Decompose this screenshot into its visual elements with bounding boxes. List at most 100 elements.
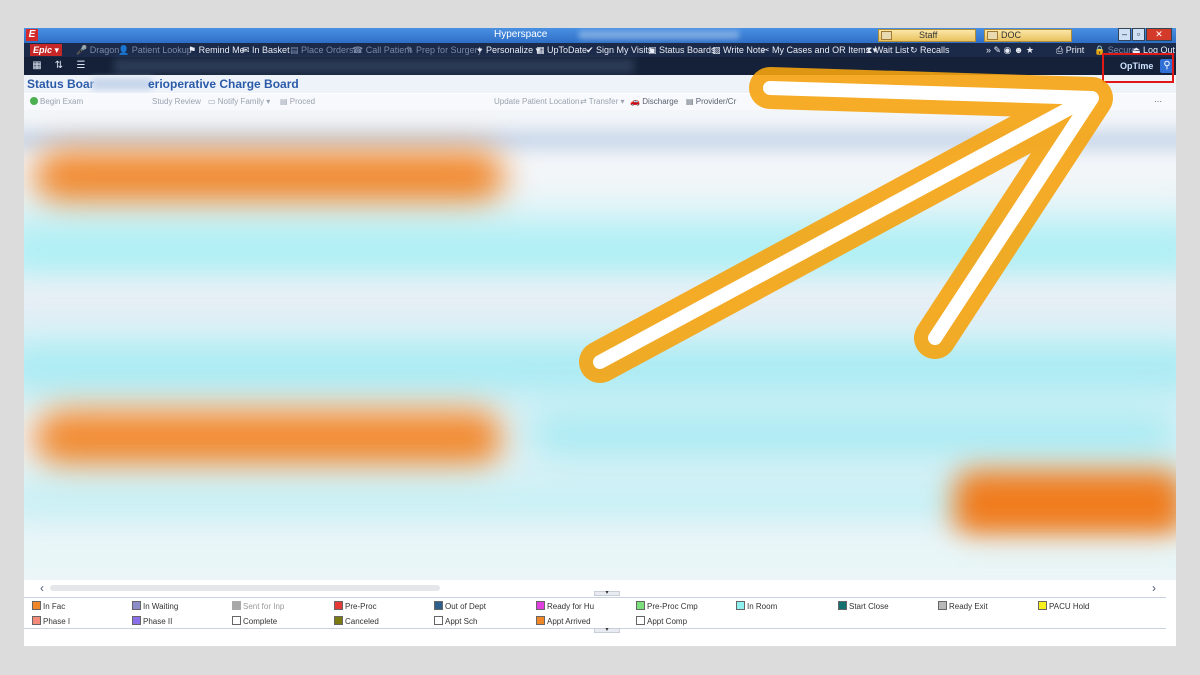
legend-swatch — [434, 616, 443, 625]
blurred-environment-name — [579, 31, 739, 39]
begin-exam-icon — [30, 97, 38, 105]
legend-swatch — [636, 616, 645, 625]
legend-swatch — [334, 616, 343, 625]
scroll-left-icon[interactable]: ‹ — [40, 581, 44, 595]
legend-swatch — [536, 601, 545, 610]
legend-swatch — [636, 601, 645, 610]
status-board-grid — [24, 110, 1176, 580]
toolbar-remind-me[interactable]: ⚑ Remind Me — [188, 44, 245, 56]
legend-pre-proc-cmp: Pre-Proc Cmp — [636, 601, 698, 612]
legend-swatch — [132, 616, 141, 625]
legend-appt-sch: Appt Sch — [434, 616, 477, 627]
page-title-right: erioperative Charge Board — [148, 77, 299, 91]
legend-phase-i: Phase I — [32, 616, 70, 627]
provider-button[interactable]: ▤ Provider/Cr — [686, 97, 736, 106]
toolbar-patient-lookup[interactable]: 👤 Patient Lookup — [118, 44, 192, 56]
toolbar-status-boards[interactable]: ▣ Status Boards — [648, 44, 716, 56]
message-icon — [881, 31, 892, 40]
window-title: Hyperspace — [494, 29, 548, 40]
legend-swatch — [232, 601, 241, 610]
update-patient-location-button[interactable]: Update Patient Location — [494, 97, 579, 106]
staff-message-button[interactable]: Staff Message — [878, 29, 976, 51]
blurred-row — [24, 540, 1176, 580]
doc-notification-button[interactable]: DOC Notification — [984, 29, 1072, 51]
minimize-button[interactable]: – — [1118, 28, 1131, 41]
toolbar-in-basket[interactable]: ✉ In Basket — [242, 44, 290, 56]
scroll-right-icon[interactable]: › — [1152, 581, 1156, 595]
legend-swatch — [1038, 601, 1047, 610]
begin-exam-button[interactable]: Begin Exam — [30, 97, 83, 106]
activity-tab-bar: ▦ ⇅ ☰ OpTime ⚲ — [24, 57, 1176, 75]
procedure-button[interactable]: ▤ Proced — [280, 97, 315, 106]
blurred-row — [954, 470, 1176, 545]
epic-menu-button[interactable]: Epic ▾ — [30, 44, 63, 56]
toolbar-my-cases[interactable]: ✂ My Cases and OR Items ▾ — [762, 44, 877, 56]
main-toolbar: Epic ▾ 🎤 Dragon 👤 Patient Lookup ⚑ Remin… — [24, 43, 1176, 57]
activity-header: Status Boar erioperative Charge Board — [24, 75, 1176, 93]
legend-swatch — [334, 601, 343, 610]
blurred-title-segment — [92, 78, 152, 90]
blurred-row — [34, 410, 504, 470]
toolbar-extra-icons[interactable]: » ✎ ◉ ☻ ★ — [986, 44, 1034, 56]
legend-phase-ii: Phase II — [132, 616, 172, 627]
toolbar-uptodate[interactable]: ▦ UpToDate — [536, 44, 587, 56]
toolbar-write-note[interactable]: ▧ Write Note — [712, 44, 765, 56]
action-bar: Begin Exam Study Review ▭ Notify Family … — [24, 94, 1176, 110]
toolbar-dragon[interactable]: 🎤 Dragon — [76, 44, 119, 56]
sort-icon[interactable]: ⇅ — [52, 60, 66, 72]
legend-in-waiting: In Waiting — [132, 601, 178, 612]
legend-swatch — [838, 601, 847, 610]
blurred-tabs — [114, 59, 634, 73]
schedule-icon[interactable]: ▦ — [30, 60, 44, 72]
title-bar: E Hyperspace Staff Message DOC Notificat… — [24, 28, 1176, 51]
splitter-handle-top[interactable]: ▾ — [594, 590, 620, 596]
epic-hyperspace-window: E Hyperspace Staff Message DOC Notificat… — [24, 28, 1176, 646]
toolbar-wait-list[interactable]: ⧗ Wait List — [866, 44, 909, 56]
legend-ready-for-hu: Ready for Hu — [536, 601, 594, 612]
notification-icon — [987, 31, 998, 40]
blurred-row — [524, 410, 1176, 460]
legend-in-room: In Room — [736, 601, 777, 612]
blurred-row — [24, 220, 1176, 280]
notify-family-button[interactable]: ▭ Notify Family ▾ — [208, 97, 270, 106]
legend-swatch — [536, 616, 545, 625]
toolbar-recalls[interactable]: ↻ Recalls — [910, 44, 950, 56]
blurred-row — [24, 340, 1176, 395]
page-title-left: Status Boar — [27, 77, 95, 91]
toolbar-call-patient[interactable]: ☎ Call Patient — [352, 44, 412, 56]
legend-swatch — [32, 616, 41, 625]
discharge-button[interactable]: 🚗 Discharge — [630, 97, 678, 106]
status-legend: In Fac In Waiting Sent for Inp Pre-Proc … — [24, 597, 1166, 629]
splitter-handle-bottom[interactable]: ▾ — [594, 627, 620, 633]
legend-in-fac: In Fac — [32, 601, 65, 612]
toolbar-sign-my-visits[interactable]: ✔ Sign My Visits — [586, 44, 652, 56]
blurred-row — [34, 150, 504, 206]
legend-swatch — [32, 601, 41, 610]
toolbar-personalize[interactable]: ✦ Personalize ▾ — [476, 44, 540, 56]
legend-out-of-dept: Out of Dept — [434, 601, 486, 612]
more-options-icon[interactable]: ⋯ — [1154, 97, 1162, 106]
transfer-button[interactable]: ⇄ Transfer ▾ — [580, 97, 625, 106]
legend-complete: Complete — [232, 616, 277, 627]
toolbar-print[interactable]: ⎙ Print — [1056, 44, 1084, 56]
restore-button[interactable]: ▫ — [1132, 28, 1145, 41]
toolbar-prep-for-surgery[interactable]: ✎ Prep for Surgery — [406, 44, 482, 56]
legend-swatch — [938, 601, 947, 610]
legend-sent-for-inp: Sent for Inp — [232, 601, 284, 612]
legend-pre-proc: Pre-Proc — [334, 601, 377, 612]
blurred-row — [24, 130, 1176, 150]
blurred-row — [24, 285, 1176, 325]
legend-swatch — [434, 601, 443, 610]
close-button[interactable]: ✕ — [1146, 28, 1172, 41]
legend-canceled: Canceled — [334, 616, 379, 627]
study-review-button[interactable]: Study Review — [152, 97, 201, 106]
toolbar-place-orders[interactable]: ▤ Place Orders — [290, 44, 354, 56]
legend-appt-comp: Appt Comp — [636, 616, 687, 627]
horizontal-scrollbar[interactable] — [50, 585, 440, 591]
list-icon[interactable]: ☰ — [74, 60, 88, 72]
legend-appt-arrived: Appt Arrived — [536, 616, 591, 627]
legend-swatch — [132, 601, 141, 610]
optime-highlight-box — [1102, 53, 1174, 83]
legend-ready-exit: Ready Exit — [938, 601, 988, 612]
legend-pacu-hold: PACU Hold — [1038, 601, 1089, 612]
